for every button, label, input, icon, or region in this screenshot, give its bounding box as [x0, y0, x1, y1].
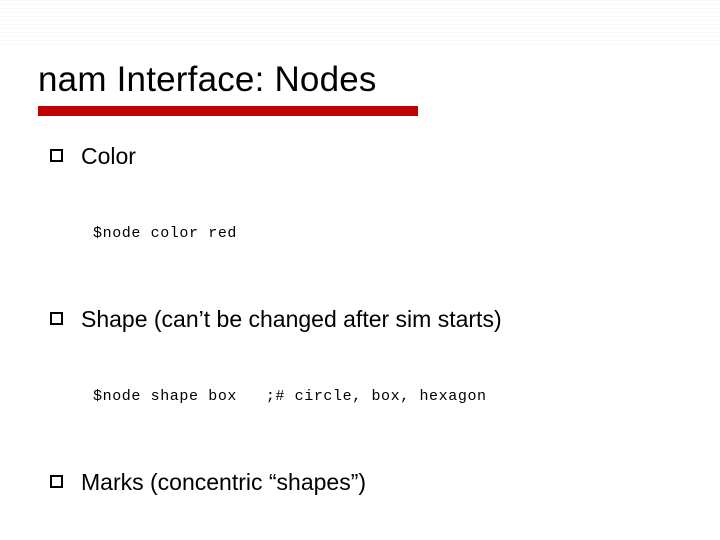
decorative-scan-edge	[0, 0, 720, 48]
list-item: Marks (concentric “shapes”) $ns at 1.0 “…	[50, 468, 682, 540]
square-bullet-icon	[50, 475, 63, 488]
code-block: $node color red	[93, 175, 682, 291]
square-bullet-icon	[50, 312, 63, 325]
list-item: Shape (can’t be changed after sim starts…	[50, 305, 682, 454]
slide: nam Interface: Nodes Color $node color r…	[0, 0, 720, 540]
bullet-list: Color $node color red Shape (can’t be ch…	[38, 142, 682, 540]
item-heading: Marks (concentric “shapes”)	[81, 468, 366, 497]
list-item: Color $node color red	[50, 142, 682, 291]
slide-title: nam Interface: Nodes	[38, 60, 682, 100]
item-heading: Shape (can’t be changed after sim starts…	[81, 305, 502, 334]
title-underline	[38, 106, 418, 116]
square-bullet-icon	[50, 149, 63, 162]
code-line: $node shape box ;# circle, box, hexagon	[93, 385, 682, 408]
code-block: $node shape box ;# circle, box, hexagon	[93, 338, 682, 454]
item-heading: Color	[81, 142, 136, 171]
code-line: $node color red	[93, 222, 682, 245]
code-block: $ns at 1.0 “$n0 add-mark m0 blue box” $n…	[93, 501, 682, 540]
